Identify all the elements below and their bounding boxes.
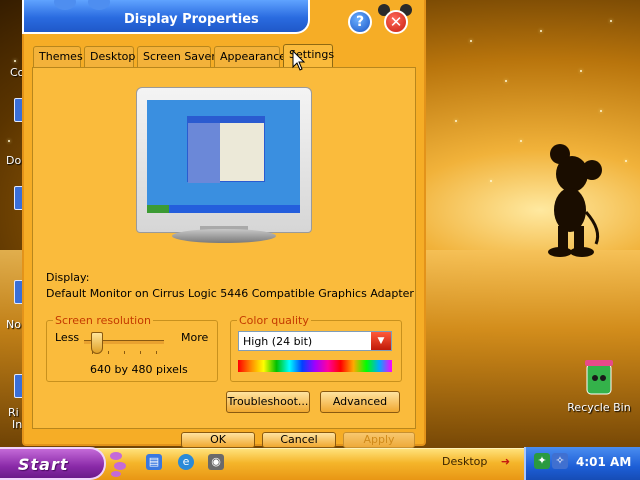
title-ear-decoration bbox=[88, 0, 110, 10]
mickey-glove-decoration bbox=[110, 452, 126, 477]
slider-tick bbox=[108, 351, 109, 354]
window-title: Display Properties bbox=[124, 12, 259, 27]
troubleshoot-button[interactable]: Troubleshoot... bbox=[226, 391, 310, 413]
sparkle bbox=[470, 40, 472, 42]
recycle-bin-icon bbox=[585, 360, 613, 395]
title-ear-decoration bbox=[54, 0, 76, 10]
sparkle bbox=[625, 160, 627, 162]
monitor-preview bbox=[136, 87, 312, 233]
desktop-icon-fragment[interactable]: Do bbox=[6, 154, 21, 167]
slider-tick bbox=[140, 351, 141, 354]
sparkle bbox=[610, 20, 612, 22]
resolution-value: 640 by 480 pixels bbox=[90, 363, 188, 376]
desktop-toolbar-label: Desktop bbox=[442, 455, 488, 468]
mickey-silhouette bbox=[548, 144, 602, 257]
sparkle bbox=[8, 140, 10, 142]
preview-start bbox=[147, 205, 169, 213]
color-quality-value: High (24 bit) bbox=[243, 335, 313, 348]
advanced-button[interactable]: Advanced bbox=[320, 391, 400, 413]
slider-less-label: Less bbox=[55, 331, 80, 344]
close-button[interactable]: ✕ bbox=[384, 10, 408, 34]
color-quality-group: Color quality bbox=[230, 314, 402, 382]
color-spectrum-preview bbox=[238, 360, 392, 372]
preview-window bbox=[187, 116, 265, 183]
sparkle bbox=[540, 30, 542, 32]
sparkle bbox=[580, 70, 582, 72]
slider-tick bbox=[156, 351, 157, 354]
slider-more-label: More bbox=[181, 331, 209, 344]
sparkle bbox=[505, 80, 507, 82]
desktop-icon-fragment[interactable]: In bbox=[12, 418, 22, 431]
display-label: Display: bbox=[46, 271, 90, 284]
sparkle bbox=[600, 110, 602, 112]
recycle-bin-label: Recycle Bin bbox=[567, 401, 631, 414]
clock[interactable]: 4:01 AM bbox=[576, 455, 631, 469]
media-player-icon[interactable]: ◉ bbox=[208, 454, 224, 470]
display-value: Default Monitor on Cirrus Logic 5446 Com… bbox=[46, 287, 414, 300]
start-label: Start bbox=[18, 455, 69, 474]
sparkle bbox=[14, 60, 16, 62]
color-quality-select[interactable]: High (24 bit) ▼ bbox=[238, 331, 392, 351]
toolbar-arrow-icon[interactable]: ➜ bbox=[501, 455, 510, 468]
start-button[interactable]: Start bbox=[0, 447, 106, 480]
tray-app-icon[interactable]: ✧ bbox=[552, 453, 568, 469]
color-quality-legend: Color quality bbox=[237, 314, 311, 327]
help-button[interactable]: ? bbox=[348, 10, 372, 34]
sparkle bbox=[520, 140, 522, 142]
show-desktop-icon[interactable]: ▤ bbox=[146, 454, 162, 470]
desktop-toolbar[interactable]: Desktop ➜ bbox=[442, 455, 510, 468]
internet-explorer-icon[interactable]: e bbox=[178, 454, 194, 470]
tab-screen-saver[interactable]: Screen Saver bbox=[137, 46, 216, 67]
screen-resolution-legend: Screen resolution bbox=[53, 314, 153, 327]
desktop-icon-fragment[interactable]: No bbox=[6, 318, 21, 331]
preview-taskbar bbox=[147, 205, 300, 213]
cancel-button[interactable]: Cancel bbox=[262, 432, 336, 448]
preview-window-side bbox=[188, 123, 220, 183]
sparkle bbox=[490, 180, 492, 182]
slider-tick bbox=[124, 351, 125, 354]
mouse-cursor-icon bbox=[292, 50, 306, 71]
close-icon: ✕ bbox=[389, 13, 403, 31]
tab-settings[interactable]: Settings bbox=[283, 44, 334, 67]
resolution-slider-thumb[interactable] bbox=[90, 332, 103, 354]
monitor-stand bbox=[172, 229, 276, 243]
help-icon: ? bbox=[355, 14, 365, 30]
tab-appearance[interactable]: Appearance bbox=[214, 46, 286, 67]
tray-app-icon[interactable]: ✦ bbox=[534, 453, 550, 469]
sparkle bbox=[455, 120, 457, 122]
recycle-bin[interactable]: Recycle Bin bbox=[562, 356, 636, 414]
ok-button[interactable]: OK bbox=[181, 432, 255, 448]
tab-themes[interactable]: Themes bbox=[33, 46, 83, 67]
chevron-down-icon[interactable]: ▼ bbox=[371, 332, 391, 350]
apply-button[interactable]: Apply bbox=[343, 432, 415, 448]
monitor-screen bbox=[147, 100, 300, 213]
tab-desktop[interactable]: Desktop bbox=[84, 46, 135, 67]
